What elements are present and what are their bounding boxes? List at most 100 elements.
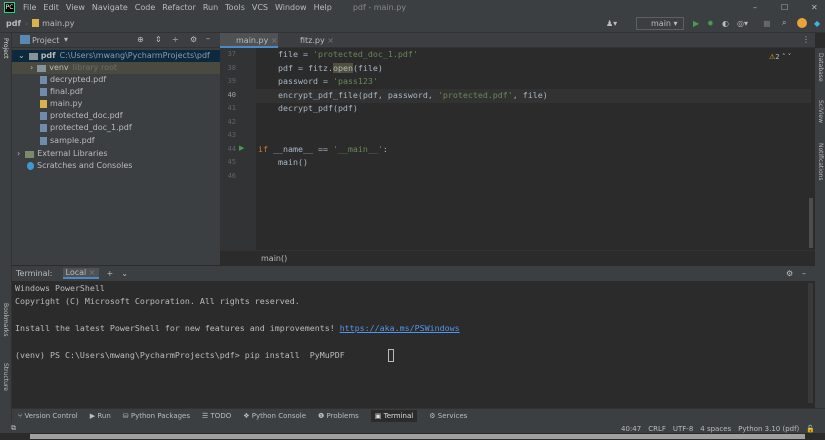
- file-name: sample.pdf: [50, 136, 95, 145]
- pdf-file-icon: [40, 76, 47, 84]
- encoding[interactable]: UTF-8: [673, 425, 693, 433]
- updates-icon[interactable]: [797, 18, 807, 28]
- python-file-icon: [40, 100, 47, 108]
- new-terminal-icon[interactable]: +: [107, 269, 114, 278]
- run-button[interactable]: ▶ Run: [90, 412, 111, 420]
- terminal-command[interactable]: pip install PyMuPDF: [245, 350, 345, 360]
- code-line-37: file = 'protected_doc_1.pdf': [278, 49, 418, 59]
- python-file-icon: [32, 19, 40, 27]
- tree-file[interactable]: decrypted.pdf: [40, 74, 106, 86]
- close-button[interactable]: ✕: [811, 3, 818, 12]
- jetbrains-icon[interactable]: ◆: [814, 19, 820, 28]
- problems-button[interactable]: ❶ Problems: [318, 412, 359, 420]
- python-console-button[interactable]: ❖ Python Console: [243, 412, 306, 420]
- terminal-output[interactable]: Windows PowerShell Copyright (C) Microso…: [12, 281, 815, 406]
- gutter: 37 38 39 40 41 42 43 44 45 46 ▶: [220, 48, 256, 250]
- tree-file[interactable]: protected_doc.pdf: [40, 110, 123, 122]
- version-control-button[interactable]: ⑂ Version Control: [18, 412, 78, 420]
- hide-icon[interactable]: –: [206, 34, 210, 43]
- chevron-down-icon[interactable]: ⌄: [121, 269, 128, 278]
- terminal-scrollbar[interactable]: [808, 283, 813, 403]
- menu-refactor[interactable]: Refactor: [162, 3, 196, 12]
- terminal-header: Terminal: Local × + ⌄ ⚙ –: [12, 266, 815, 281]
- layout-icon[interactable]: ⧉: [11, 424, 16, 433]
- collapse-all-icon[interactable]: ÷: [172, 35, 179, 44]
- line-number: 44: [227, 145, 236, 153]
- horizontal-scrollbar[interactable]: [0, 433, 825, 440]
- code-editor[interactable]: 37 38 39 40 41 42 43 44 45 46 ▶ file = '…: [220, 48, 815, 250]
- external-label: External Libraries: [37, 149, 108, 158]
- warnings-indicator[interactable]: ⚠2 ˄ ˅: [769, 53, 791, 61]
- debug-icon[interactable]: ✹: [707, 19, 714, 28]
- database-tool-button[interactable]: Database: [817, 53, 824, 82]
- tree-root[interactable]: ⌄ pdf C:\Users\mwang\PycharmProjects\pdf: [12, 50, 220, 62]
- caret-position[interactable]: 40:47: [621, 425, 641, 433]
- more-icon[interactable]: ⋮: [802, 35, 810, 44]
- tree-venv[interactable]: › venv library root: [12, 62, 220, 74]
- hide-icon[interactable]: –: [802, 269, 806, 278]
- code-line-40: encrypt_pdf_file(pdf, password, 'protect…: [278, 90, 548, 100]
- services-button[interactable]: ⚙ Services: [429, 412, 467, 420]
- breadcrumb-function[interactable]: main(): [261, 254, 287, 263]
- project-view-label[interactable]: Project: [32, 36, 59, 45]
- menu-edit[interactable]: Edit: [43, 3, 59, 12]
- menu-navigate[interactable]: Navigate: [92, 3, 128, 12]
- tab-main-py[interactable]: main.py ×: [220, 33, 278, 48]
- stop-icon[interactable]: ■: [763, 19, 771, 28]
- tab-fitz-py[interactable]: fitz.py ×: [282, 33, 337, 48]
- breadcrumb-project[interactable]: pdf: [6, 19, 21, 28]
- run-config-select[interactable]: main ▾: [636, 17, 684, 30]
- indent[interactable]: 4 spaces: [700, 425, 731, 433]
- line-number: 41: [227, 104, 236, 112]
- account-icon[interactable]: ♟▾: [606, 19, 617, 28]
- minimize-button[interactable]: –: [753, 3, 757, 12]
- tree-external-libraries[interactable]: › External Libraries: [17, 148, 108, 160]
- sciview-tool-button[interactable]: SciView: [817, 100, 824, 123]
- code-line-38: pdf = fitz.open(file): [278, 63, 383, 73]
- terminal-tab-local[interactable]: Local ×: [62, 268, 99, 279]
- tree-file[interactable]: final.pdf: [40, 86, 83, 98]
- vertical-scrollbar[interactable]: [809, 198, 813, 248]
- project-tool-button[interactable]: Project: [2, 38, 9, 59]
- window-title: pdf - main.py: [352, 2, 407, 12]
- structure-tool-button[interactable]: Structure: [2, 363, 9, 391]
- menu-vcs[interactable]: VCS: [252, 3, 268, 12]
- breadcrumb-file[interactable]: main.py: [42, 19, 74, 28]
- locate-icon[interactable]: ⊕: [137, 35, 144, 44]
- python-packages-button[interactable]: ⛁ Python Packages: [123, 412, 190, 420]
- terminal-line: Install the latest PowerShell for new fe…: [15, 323, 460, 333]
- folder-icon: [28, 52, 38, 60]
- todo-button[interactable]: ☰ TODO: [202, 412, 231, 420]
- menu-window[interactable]: Window: [275, 3, 307, 12]
- menu-code[interactable]: Code: [135, 3, 155, 12]
- search-icon[interactable]: ⌕: [782, 18, 786, 28]
- tree-scratches[interactable]: Scratches and Consoles: [27, 160, 132, 172]
- menu-run[interactable]: Run: [203, 3, 218, 12]
- coverage-icon[interactable]: ◐: [722, 19, 729, 28]
- gear-icon[interactable]: ⚙: [786, 269, 793, 278]
- tree-file[interactable]: protected_doc_1.pdf: [40, 122, 132, 134]
- profile-icon[interactable]: ◎▾: [737, 19, 748, 28]
- tree-file[interactable]: sample.pdf: [40, 135, 95, 147]
- menu-view[interactable]: View: [66, 3, 85, 12]
- gear-icon[interactable]: ⚙: [190, 35, 197, 44]
- terminal-button[interactable]: ▣ Terminal: [370, 410, 418, 422]
- run-icon[interactable]: ▶: [693, 19, 699, 28]
- menu-tools[interactable]: Tools: [225, 3, 245, 12]
- file-name: protected_doc.pdf: [50, 111, 123, 120]
- powershell-link[interactable]: https://aka.ms/PSWindows: [340, 323, 460, 333]
- terminal-title: Terminal:: [16, 269, 53, 278]
- menu-help[interactable]: Help: [314, 3, 332, 12]
- chevron-down-icon[interactable]: ▾: [64, 35, 68, 44]
- line-separator[interactable]: CRLF: [648, 425, 666, 433]
- bookmarks-tool-button[interactable]: Bookmarks: [2, 303, 9, 337]
- interpreter[interactable]: Python 3.10 (pdf): [738, 425, 799, 433]
- tree-file[interactable]: main.py: [40, 98, 82, 110]
- menu-file[interactable]: File: [23, 3, 36, 12]
- lock-icon[interactable]: 🔓: [806, 425, 815, 433]
- expand-all-icon[interactable]: ⇕: [155, 35, 162, 44]
- run-gutter-icon[interactable]: ▶: [239, 144, 244, 152]
- maximize-button[interactable]: ☐: [781, 3, 788, 12]
- file-name: main.py: [50, 99, 83, 108]
- notifications-tool-button[interactable]: Notifications: [817, 143, 824, 181]
